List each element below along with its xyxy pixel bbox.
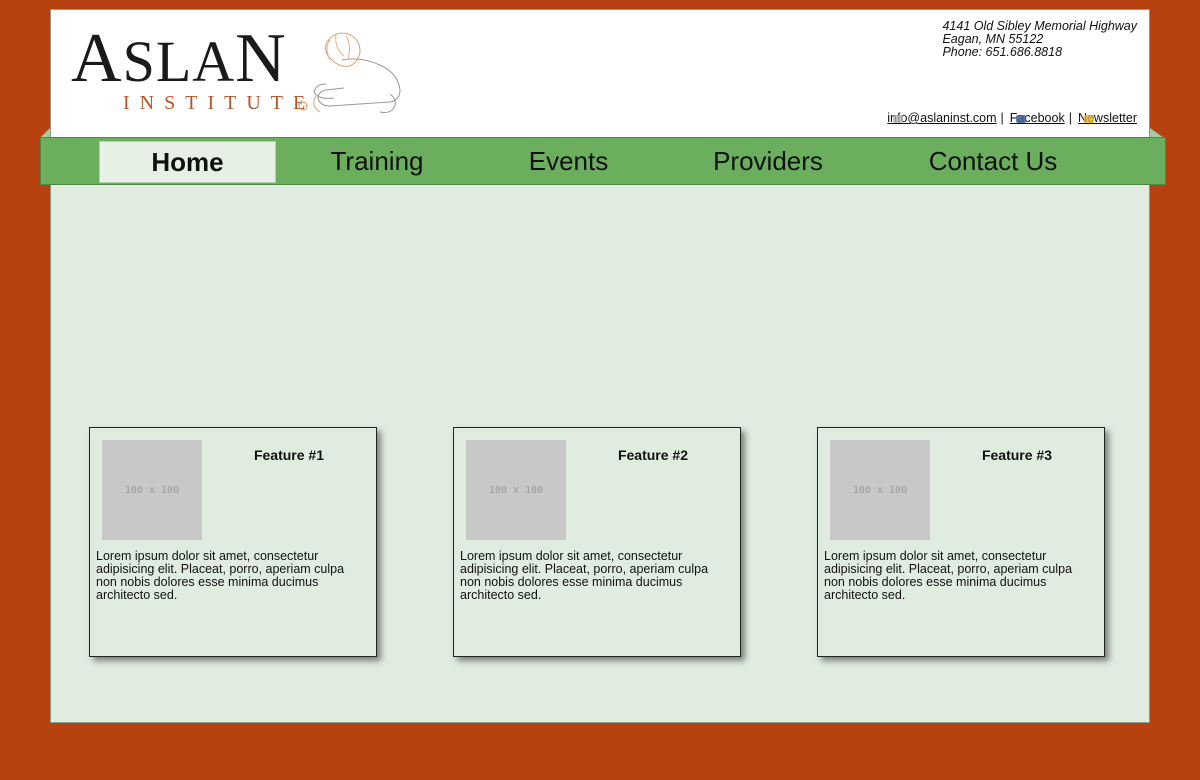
address-block: 4141 Old Sibley Memorial Highway Eagan, … [942, 20, 1137, 59]
nav-item-events[interactable]: Events [511, 141, 626, 181]
logo-wordmark: ASLAN [71, 20, 287, 97]
rss-icon [1083, 115, 1094, 123]
mail-icon [893, 115, 904, 123]
site-logo[interactable]: ASLAN INSTITUTE [71, 24, 411, 116]
feature-text: Lorem ipsum dolor sit amet, consectetur … [460, 549, 709, 602]
feature-card: 100 x 100 Feature #3 Lorem ipsum dolor s… [817, 427, 1105, 657]
feature-title: Feature #1 [253, 447, 325, 463]
main-nav: Home Training Events Providers Contact U… [40, 137, 1166, 185]
address-phone: Phone: 651.686.8818 [942, 45, 1063, 59]
nav-item-home[interactable]: Home [99, 141, 276, 183]
feature-title: Feature #3 [981, 447, 1053, 463]
facebook-icon [1015, 115, 1026, 123]
feature-text: Lorem ipsum dolor sit amet, consectetur … [96, 549, 345, 602]
feature-card: 100 x 100 Feature #2 Lorem ipsum dolor s… [453, 427, 741, 657]
feature-image-placeholder: 100 x 100 [102, 440, 202, 540]
nav-item-training[interactable]: Training [311, 141, 443, 181]
nav-item-providers[interactable]: Providers [693, 141, 843, 181]
feature-title: Feature #2 [617, 447, 689, 463]
link-separator: | [1000, 111, 1004, 125]
logo-subtitle: INSTITUTE [123, 92, 316, 114]
nav-item-contact-us[interactable]: Contact Us [913, 141, 1073, 181]
contact-links: info@aslaninst.com | Facebook | Newsletter [883, 111, 1137, 125]
feature-text: Lorem ipsum dolor sit amet, consectetur … [824, 549, 1073, 602]
lion-icon [298, 32, 401, 113]
feature-image-placeholder: 100 x 100 [466, 440, 566, 540]
link-separator: | [1068, 111, 1072, 125]
site-header: ASLAN INSTITUTE 4141 Old Sibley Memorial… [51, 10, 1149, 137]
email-link[interactable]: info@aslaninst.com [887, 111, 996, 125]
feature-card: 100 x 100 Feature #1 Lorem ipsum dolor s… [89, 427, 377, 657]
feature-image-placeholder: 100 x 100 [830, 440, 930, 540]
